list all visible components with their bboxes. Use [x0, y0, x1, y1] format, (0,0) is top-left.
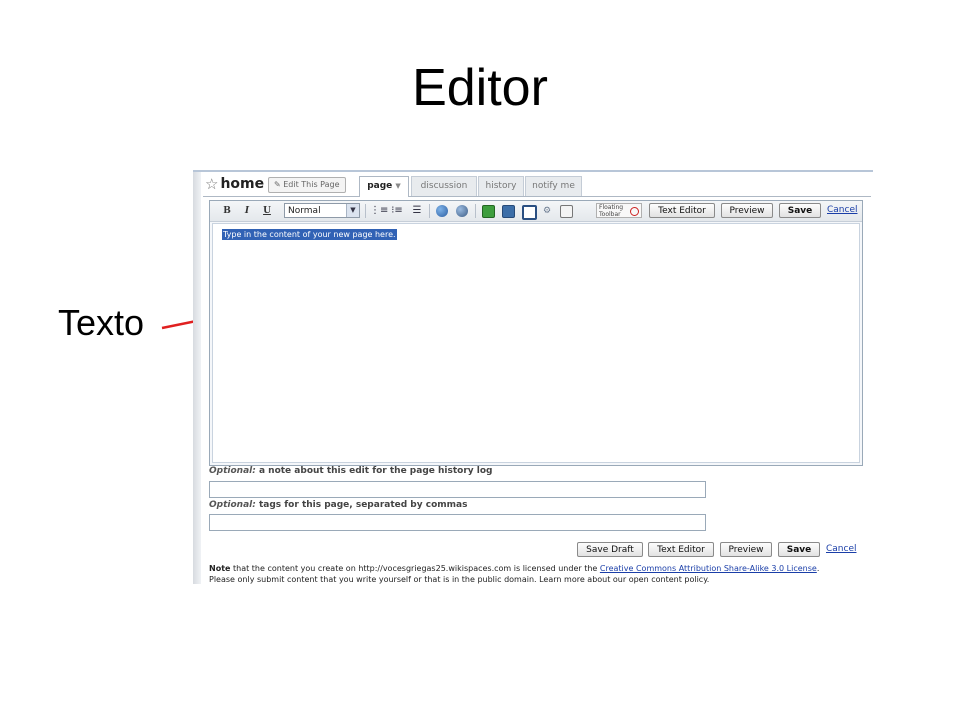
tab-discussion[interactable]: discussion — [411, 176, 477, 196]
edit-note-optional: Optional: — [209, 466, 256, 476]
toolbar-divider — [429, 204, 430, 218]
chevron-down-icon: ▼ — [395, 182, 401, 190]
license-note-text: that the content you create on http://vo… — [230, 564, 600, 573]
license-note: Note that the content you create on http… — [209, 563, 869, 584]
tags-label: Optional: tags for this page, separated … — [209, 500, 467, 510]
special-chars-icon[interactable] — [560, 205, 573, 218]
media-icon[interactable] — [502, 205, 515, 218]
preview-button[interactable]: Preview — [721, 203, 773, 218]
tab-notify-me-label: notify me — [532, 181, 575, 191]
page-name-label: home — [220, 176, 265, 192]
pencil-icon: ✎ — [274, 180, 284, 189]
license-note-end: . — [816, 564, 820, 573]
floating-toolbar-button[interactable]: Floating Toolbar — [596, 203, 642, 218]
page-content-editor[interactable]: Type in the content of your new page her… — [212, 223, 860, 463]
page-name-home: ☆ home — [205, 175, 264, 193]
underline-button[interactable]: U — [260, 204, 274, 218]
bottom-cancel-link[interactable]: Cancel — [826, 542, 857, 557]
horizontal-rule-icon[interactable]: ☰ — [410, 204, 424, 218]
save-button[interactable]: Save — [779, 203, 821, 218]
floating-toolbar-label: Floating Toolbar — [599, 204, 624, 218]
tab-history-label: history — [485, 181, 517, 191]
bottom-preview-button[interactable]: Preview — [720, 542, 772, 557]
license-line-two: Please only submit content that you writ… — [209, 575, 710, 584]
tags-optional: Optional: — [209, 500, 256, 510]
callout-label-texto: Texto — [58, 302, 145, 343]
star-icon[interactable]: ☆ — [205, 175, 218, 193]
left-edge-bar — [193, 172, 201, 584]
tags-text: tags for this page, separated by commas — [255, 500, 468, 510]
tab-discussion-label: discussion — [420, 181, 468, 191]
top-border — [193, 170, 873, 172]
edit-this-page-label: Edit This Page — [283, 180, 340, 189]
edit-note-input[interactable] — [209, 481, 706, 498]
tab-notify-me[interactable]: notify me — [525, 176, 582, 196]
edit-note-label: Optional: a note about this edit for the… — [209, 466, 493, 476]
unlink-icon[interactable] — [456, 205, 468, 217]
bold-button[interactable]: B — [220, 204, 234, 218]
edit-this-page-button[interactable]: ✎ Edit This Page — [268, 177, 346, 193]
page-tab-bar: ☆ home ✎ Edit This Page page ▼ discussio… — [203, 174, 871, 197]
image-icon[interactable] — [482, 205, 495, 218]
link-icon[interactable] — [436, 205, 448, 217]
license-link[interactable]: Creative Commons Attribution Share-Alike… — [600, 564, 817, 573]
numbered-list-icon[interactable]: ⋮≡ — [370, 204, 388, 218]
slide-title: Editor — [412, 59, 548, 117]
text-editor-button[interactable]: Text Editor — [649, 203, 715, 218]
editor-frame: B I U Normal ▼ ⋮≡ ⁝≡ ☰ ⚙ Floating Toolba… — [209, 200, 863, 466]
table-icon[interactable] — [522, 205, 537, 220]
close-icon — [630, 207, 639, 216]
widget-icon[interactable]: ⚙ — [540, 204, 554, 218]
italic-button[interactable]: I — [240, 204, 254, 218]
license-note-bold: Note — [209, 564, 231, 573]
editor-placeholder-selection: Type in the content of your new page her… — [222, 229, 397, 240]
format-select-value: Normal — [288, 206, 321, 216]
toolbar-divider — [365, 204, 366, 218]
editor-toolbar: B I U Normal ▼ ⋮≡ ⁝≡ ☰ ⚙ Floating Toolba… — [210, 201, 862, 222]
tab-page-label: page — [367, 181, 393, 191]
save-draft-button[interactable]: Save Draft — [577, 542, 643, 557]
edit-note-text: a note about this edit for the page hist… — [255, 466, 493, 476]
tab-page[interactable]: page ▼ — [359, 176, 409, 197]
cancel-link[interactable]: Cancel — [827, 203, 858, 218]
chevron-down-icon: ▼ — [346, 204, 359, 217]
toolbar-divider — [475, 204, 476, 218]
wiki-editor-screenshot: ☆ home ✎ Edit This Page page ▼ discussio… — [193, 170, 873, 584]
bottom-save-button[interactable]: Save — [778, 542, 820, 557]
tags-input[interactable] — [209, 514, 706, 531]
format-select[interactable]: Normal ▼ — [284, 203, 360, 218]
bulleted-list-icon[interactable]: ⁝≡ — [390, 204, 404, 218]
bottom-text-editor-button[interactable]: Text Editor — [648, 542, 714, 557]
tab-history[interactable]: history — [478, 176, 524, 196]
